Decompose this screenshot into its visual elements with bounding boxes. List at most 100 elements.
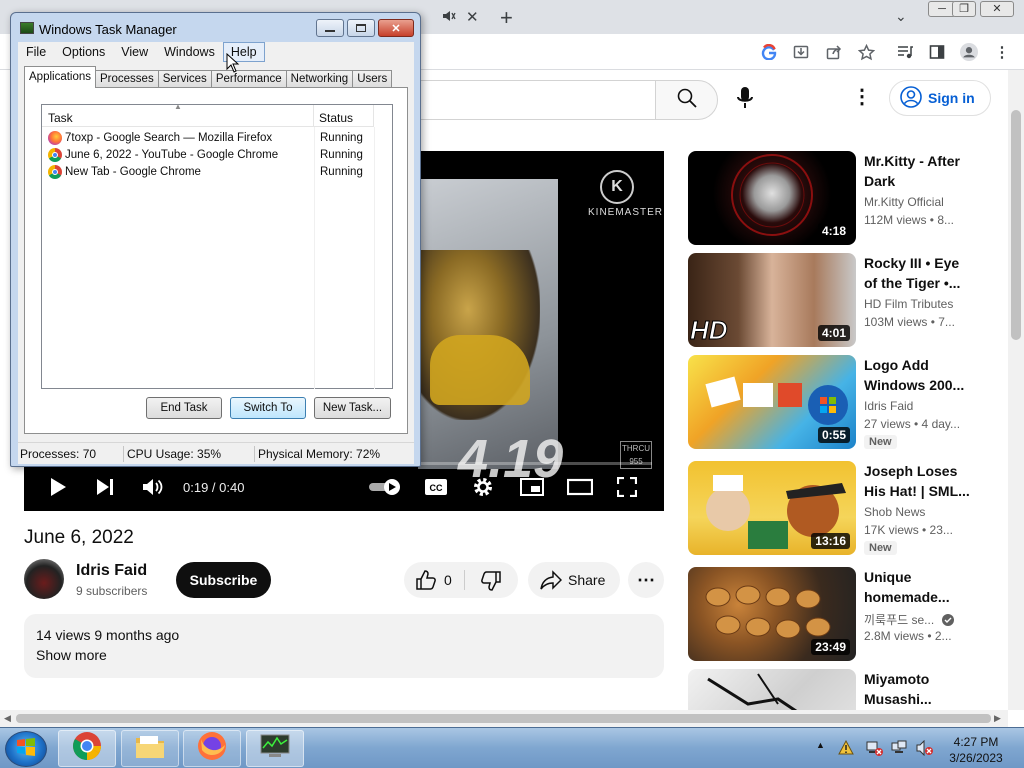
dislike-icon[interactable] — [481, 571, 501, 594]
play-icon[interactable] — [48, 476, 68, 498]
share-page-icon[interactable] — [825, 43, 843, 61]
fullscreen-icon[interactable] — [617, 477, 637, 497]
settings-gear-icon[interactable] — [472, 476, 494, 498]
bookmark-star-icon[interactable] — [857, 43, 875, 61]
menu-view[interactable]: View — [113, 42, 156, 62]
sign-in-button[interactable]: Sign in — [889, 80, 991, 116]
menu-bar: File Options View Windows Help — [18, 42, 414, 62]
tab-applications[interactable]: Applications — [24, 66, 97, 88]
clock-time[interactable]: 4:27 PM — [946, 735, 1006, 749]
column-header-status[interactable]: Status — [314, 105, 374, 127]
tab-close-icon[interactable]: ✕ — [466, 8, 479, 26]
switch-to-button[interactable]: Switch To — [230, 397, 306, 419]
search-button[interactable] — [655, 80, 718, 120]
taskbar-chrome[interactable] — [58, 730, 116, 767]
taskbar-explorer[interactable] — [121, 730, 179, 767]
suggested-video[interactable]: 4:18 Mr.Kitty - After Dark Mr.Kitty Offi… — [688, 151, 988, 245]
minimize-icon — [325, 30, 335, 32]
network-icon[interactable] — [866, 740, 884, 759]
page-horizontal-scrollbar[interactable]: ◀ ▶ — [0, 710, 1008, 727]
tray-expand-icon[interactable]: ▲ — [816, 740, 825, 750]
display-network-icon[interactable] — [891, 740, 909, 759]
like-icon[interactable] — [416, 570, 436, 593]
theater-mode-icon[interactable] — [567, 478, 593, 496]
voice-search-icon[interactable] — [735, 86, 755, 115]
start-button[interactable] — [5, 731, 47, 767]
more-actions-icon[interactable]: ⋯ — [628, 562, 664, 598]
side-panel-icon[interactable] — [928, 43, 946, 61]
chrome-icon-center — [52, 169, 58, 175]
video-title: Mr.Kitty - After Dark — [864, 153, 960, 189]
end-task-button[interactable]: End Task — [146, 397, 222, 419]
taskbar-task-manager[interactable] — [246, 730, 304, 767]
taskbar-firefox[interactable] — [183, 730, 241, 767]
miniplayer-icon[interactable] — [520, 478, 544, 496]
maximize-button[interactable] — [347, 19, 375, 37]
tab-performance[interactable]: Performance — [210, 70, 287, 88]
table-row[interactable]: New Tab - Google Chrome Running — [42, 164, 392, 181]
description-meta: 14 views 9 months ago — [36, 627, 180, 643]
clock-date[interactable]: 3/26/2023 — [944, 751, 1008, 765]
status-memory: Physical Memory: 72% — [258, 447, 381, 461]
close-button[interactable]: ✕ — [378, 19, 414, 37]
page-vertical-scrollbar[interactable] — [1008, 70, 1024, 710]
table-row[interactable]: June 6, 2022 - YouTube - Google Chrome R… — [42, 147, 392, 164]
firefox-icon — [48, 131, 62, 145]
tab-services[interactable]: Services — [157, 70, 212, 88]
maximize-icon — [356, 24, 366, 32]
settings-menu-icon[interactable]: ⋮ — [852, 84, 872, 109]
browser-menu-icon[interactable]: ⋮ — [993, 43, 1011, 61]
suggested-video[interactable]: 13:16 Joseph Loses His Hat! | SML... Sho… — [688, 461, 988, 555]
autoplay-toggle-icon[interactable] — [368, 478, 402, 496]
scrollbar-thumb[interactable] — [1011, 110, 1021, 340]
suggested-video[interactable]: 23:49 Unique homemade... 끼룩푸드 se... 2.8M… — [688, 567, 988, 661]
search-input[interactable] — [400, 80, 655, 120]
video-views: 27 views • 4 day... — [864, 417, 961, 431]
channel-name[interactable]: Idris Faid — [76, 562, 147, 580]
chrome-icon — [48, 165, 62, 179]
suggested-video[interactable]: Miyamoto Musashi... — [688, 669, 988, 710]
applications-panel: Task ▲ Status 7toxp - Google Search — Mo… — [24, 87, 408, 434]
suggested-video[interactable]: 0:55 Logo Add Windows 200... Idris Faid … — [688, 355, 988, 449]
minimize-button[interactable] — [316, 19, 344, 37]
next-video-icon[interactable] — [95, 477, 115, 497]
menu-file[interactable]: File — [18, 42, 54, 62]
status-separator — [123, 446, 124, 462]
tab-networking[interactable]: Networking — [285, 70, 354, 88]
column-header-task[interactable]: Task ▲ — [42, 102, 314, 127]
tab-processes[interactable]: Processes — [95, 70, 159, 88]
captions-icon[interactable]: CC — [424, 478, 448, 496]
browser-close-button[interactable]: ✕ — [980, 1, 1014, 17]
scroll-right-icon[interactable]: ▶ — [994, 713, 1001, 724]
menu-options[interactable]: Options — [54, 42, 113, 62]
sort-arrow-icon: ▲ — [174, 102, 182, 111]
tab-search-icon[interactable]: ⌄ — [895, 8, 907, 25]
row-status: Running — [320, 166, 363, 178]
tab-audio-icon[interactable] — [442, 9, 456, 27]
tab-bar: Applications Processes Services Performa… — [24, 66, 393, 88]
volume-icon[interactable] — [142, 477, 164, 497]
subscribe-button[interactable]: Subscribe — [176, 562, 271, 598]
browser-restore-button[interactable]: ❐ — [952, 1, 976, 17]
task-list[interactable]: Task ▲ Status 7toxp - Google Search — Mo… — [41, 102, 393, 389]
profile-avatar-icon[interactable] — [960, 43, 978, 61]
task-manager-window[interactable]: Windows Task Manager ✕ File Options View… — [10, 12, 421, 467]
channel-avatar[interactable] — [24, 559, 64, 599]
media-controls-icon[interactable] — [896, 43, 914, 61]
description-box[interactable] — [24, 614, 664, 678]
suggested-video[interactable]: HD 4:01 Rocky III • Eye of the Tiger •..… — [688, 253, 988, 347]
install-app-icon[interactable] — [792, 43, 810, 61]
scrollbar-thumb[interactable] — [16, 714, 991, 723]
table-row[interactable]: 7toxp - Google Search — Mozilla Firefox … — [42, 130, 392, 147]
row-task: 7toxp - Google Search — Mozilla Firefox — [65, 132, 273, 144]
action-center-icon[interactable] — [838, 739, 854, 759]
volume-muted-icon[interactable] — [916, 739, 934, 759]
share-button[interactable]: Share — [528, 562, 620, 598]
menu-windows[interactable]: Windows — [156, 42, 223, 62]
new-tab-button[interactable]: + — [500, 5, 513, 31]
new-task-button[interactable]: New Task... — [314, 397, 391, 419]
show-more-link[interactable]: Show more — [36, 647, 107, 663]
tab-users[interactable]: Users — [352, 70, 393, 88]
google-lens-icon[interactable] — [760, 43, 778, 61]
scroll-left-icon[interactable]: ◀ — [4, 713, 11, 724]
